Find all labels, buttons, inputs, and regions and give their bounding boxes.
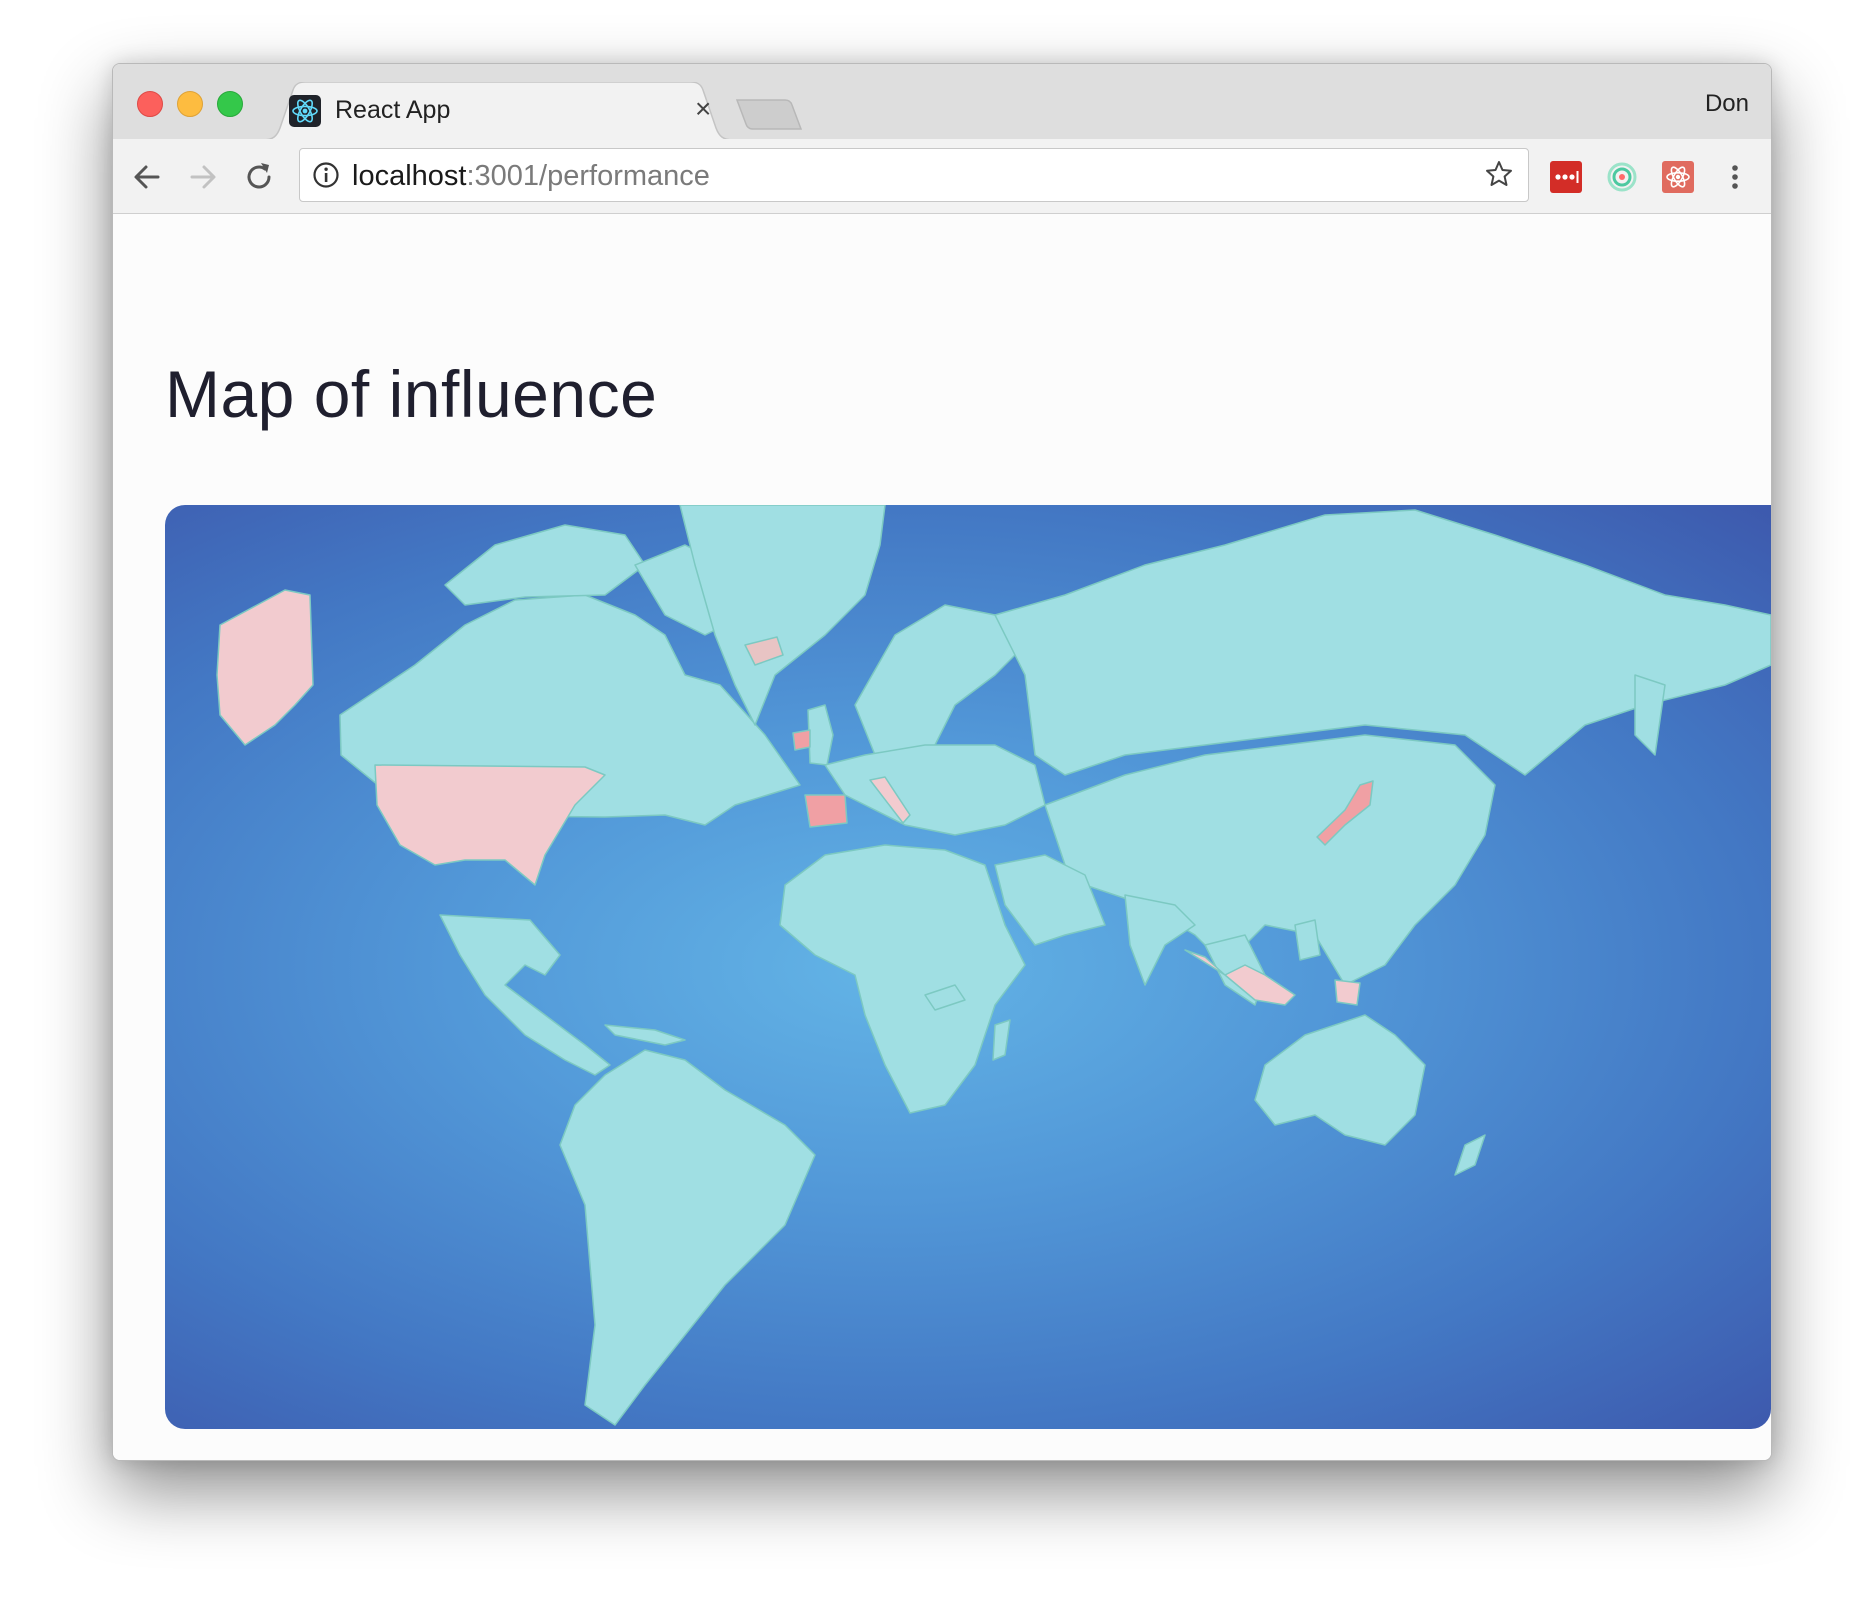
back-arrow-icon[interactable] [129,159,165,195]
tab-title: React App [335,96,451,124]
minimize-window-button[interactable] [177,91,203,117]
spain [804,794,848,828]
lastpass-extension-icon[interactable] [1550,161,1582,193]
mexico [439,914,611,1076]
arctic-islands [444,524,646,606]
url-text: localhost:3001/performance [352,160,710,193]
asia-central [1044,734,1496,986]
new-tab-button[interactable] [735,98,805,132]
world-map[interactable] [165,505,1771,1429]
madagascar [992,1019,1011,1061]
address-bar[interactable]: localhost:3001/performance [299,148,1529,202]
reload-icon[interactable] [241,159,277,195]
browser-window: React App × Don localhost:3001/performan… [112,63,1772,1461]
browser-toolbar: localhost:3001/performance [113,139,1771,214]
kamchatka [1634,674,1666,756]
info-icon[interactable] [312,161,340,189]
page-title: Map of influence [165,357,658,431]
tab-close-icon[interactable]: × [695,94,711,124]
url-path: :3001/performance [466,160,710,192]
tab-react-app[interactable]: React App × [263,82,733,140]
bookmark-star-icon[interactable] [1484,159,1514,189]
page-content: Map of influence [113,214,1771,1460]
forward-arrow-icon[interactable] [185,159,221,195]
australia [1254,1014,1426,1146]
africa [779,844,1026,1114]
alaska [216,589,314,746]
react-devtools-extension-icon[interactable] [1662,161,1694,193]
menu-kebab-icon[interactable] [1719,161,1751,193]
maximize-window-button[interactable] [217,91,243,117]
south-america [559,1049,816,1426]
united-states [374,764,606,886]
title-bar: React App × Don [113,64,1771,140]
react-logo-icon [289,95,321,127]
europe-mainland [824,744,1046,836]
great-britain [807,704,834,766]
target-extension-icon[interactable] [1606,161,1638,193]
caribbean [604,1024,686,1046]
profile-name[interactable]: Don [1705,90,1749,118]
close-window-button[interactable] [137,91,163,117]
philippines [1294,919,1321,961]
url-host: localhost [352,160,467,192]
new-zealand [1454,1134,1486,1176]
ireland [792,729,811,751]
papua-new-guinea [1334,979,1361,1006]
